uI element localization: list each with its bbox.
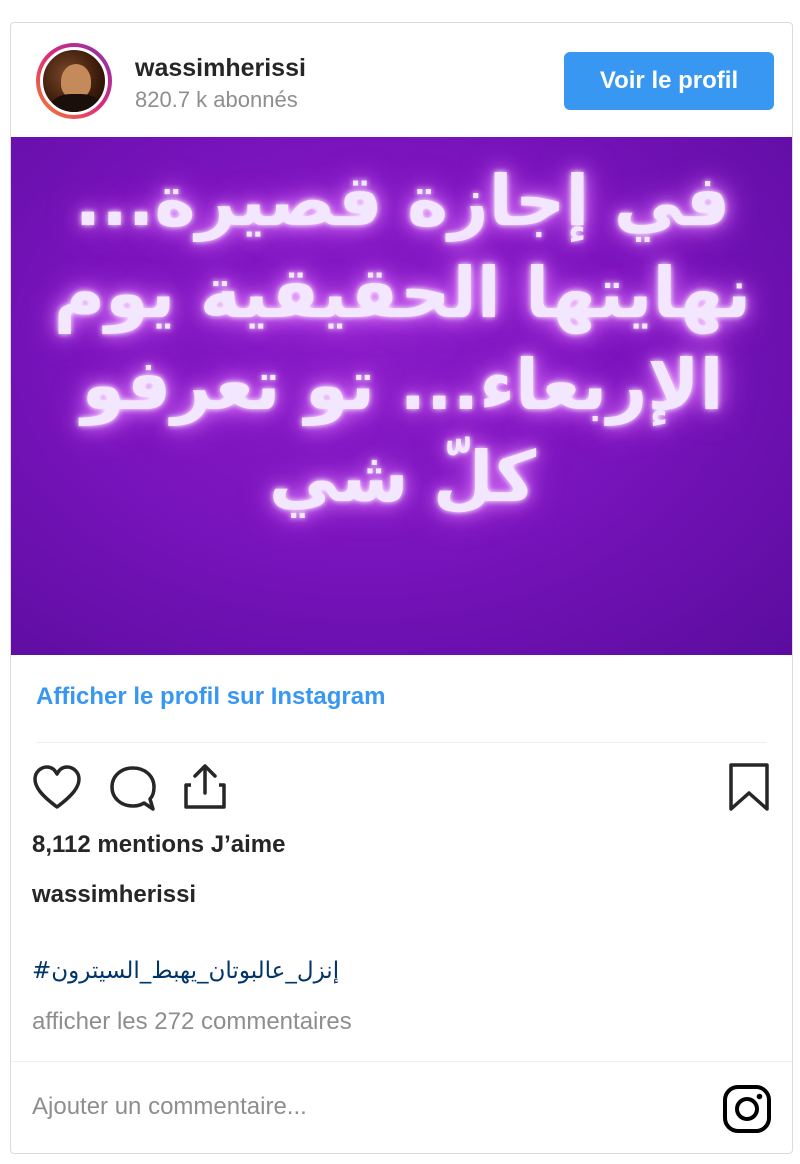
heart-icon[interactable]: [31, 763, 83, 815]
post-image-text-line: الإربعاء... تو تعرفو: [81, 344, 724, 426]
post-image-text-line: كلّ شي: [268, 436, 537, 518]
post-image-text: في إجازة قصيرة... نهايتها الحقيقية يوم ا…: [51, 155, 754, 523]
caption-hashtag[interactable]: إنزل_عالبوتان_يهبط_السيترون#: [32, 958, 339, 984]
follower-count: 820.7 k abonnés: [135, 87, 298, 112]
divider: [11, 1061, 792, 1062]
caption-username[interactable]: wassimherissi: [32, 881, 196, 909]
view-profile-button[interactable]: Voir le profil: [564, 52, 774, 110]
instagram-embed-card: wassimherissi 820.7 k abonnés Voir le pr…: [10, 22, 793, 1154]
divider: [36, 742, 767, 743]
add-comment-input[interactable]: Ajouter un commentaire...: [32, 1093, 307, 1121]
instagram-logo-icon[interactable]: [721, 1083, 773, 1135]
post-header: wassimherissi 820.7 k abonnés Voir le pr…: [11, 23, 792, 137]
view-comments-link[interactable]: afficher les 272 commentaires: [32, 1008, 352, 1036]
post-image-text-line: نهايتها الحقيقية يوم: [53, 252, 752, 334]
view-profile-link[interactable]: Afficher le profil sur Instagram: [36, 683, 385, 711]
like-count[interactable]: 8,112 mentions J’aime: [32, 831, 285, 859]
comment-icon[interactable]: [107, 763, 159, 815]
share-icon[interactable]: [179, 761, 231, 813]
bookmark-icon[interactable]: [723, 761, 775, 813]
post-image[interactable]: في إجازة قصيرة... نهايتها الحقيقية يوم ا…: [11, 137, 792, 655]
avatar-photo: [40, 47, 108, 115]
post-image-text-line: في إجازة قصيرة...: [74, 160, 731, 242]
header-username[interactable]: wassimherissi: [135, 54, 306, 83]
avatar[interactable]: [36, 43, 112, 119]
